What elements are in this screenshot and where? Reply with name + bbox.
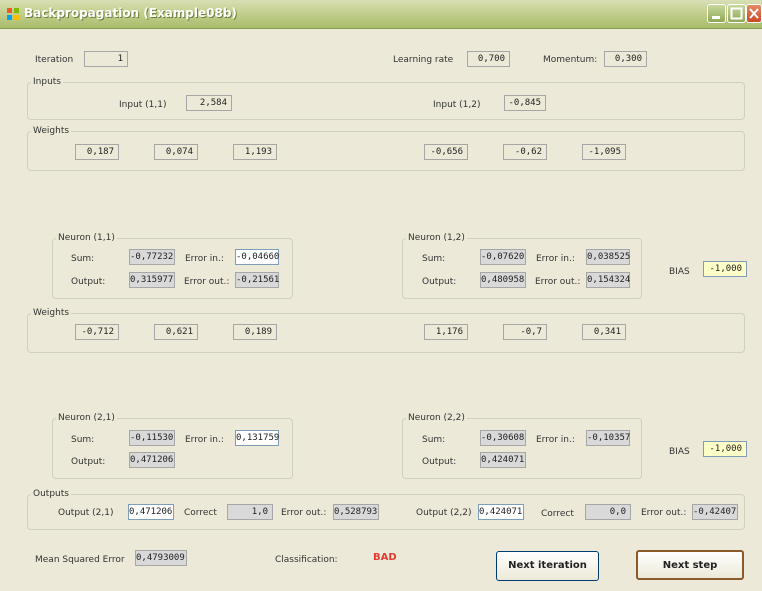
- classification-value: BAD: [373, 552, 397, 563]
- close-icon: [749, 8, 759, 19]
- weights-group-2-title: Weights: [31, 308, 72, 318]
- neuron-1-2-error-out-label: Error out.:: [535, 277, 581, 287]
- error-out-2-label: Error out.:: [641, 508, 687, 518]
- neuron-2-2-group: [402, 418, 642, 479]
- neuron-1-1-error-out-label: Error out.:: [184, 277, 230, 287]
- weight-1-2[interactable]: 0,074: [154, 144, 198, 160]
- next-step-button[interactable]: Next step: [636, 550, 744, 580]
- weight-2-3[interactable]: 0,189: [233, 324, 277, 340]
- output-2-2-label: Output (2,2): [416, 508, 472, 518]
- window-title: Backpropagation (Example08b): [24, 6, 237, 20]
- input-1-2-label: Input (1,2): [433, 100, 481, 110]
- output-2-1-label: Output (2,1): [58, 508, 114, 518]
- neuron-1-1-output-label: Output:: [71, 277, 106, 287]
- neuron-1-2-error-out[interactable]: 0,154324: [586, 272, 630, 288]
- momentum-field[interactable]: 0,300: [604, 51, 647, 67]
- weight-1-4[interactable]: -0,656: [424, 144, 468, 160]
- neuron-1-2-output[interactable]: 0,480958: [480, 272, 526, 288]
- maximize-button[interactable]: [727, 4, 746, 23]
- outputs-group-title: Outputs: [31, 489, 71, 499]
- neuron-1-2-sum-label: Sum:: [422, 254, 446, 264]
- classification-label: Classification:: [275, 555, 338, 565]
- neuron-1-1-title: Neuron (1,1): [56, 233, 117, 243]
- neuron-1-2-title: Neuron (1,2): [406, 233, 467, 243]
- neuron-2-1-output[interactable]: 0,471206: [129, 452, 175, 468]
- input-1-1-label: Input (1,1): [119, 100, 167, 110]
- inputs-group-title: Inputs: [31, 77, 63, 87]
- weight-2-5[interactable]: -0,7: [503, 324, 547, 340]
- close-button[interactable]: [746, 4, 762, 23]
- neuron-2-2-sum[interactable]: -0,30608: [480, 430, 526, 446]
- neuron-1-2-error-in[interactable]: 0,038525: [586, 249, 630, 265]
- neuron-2-2-output[interactable]: 0,424071: [480, 452, 526, 468]
- bias-2-field[interactable]: -1,000: [703, 441, 747, 457]
- error-out-1-label: Error out.:: [281, 508, 327, 518]
- neuron-2-1-sum-label: Sum:: [71, 435, 95, 445]
- weights-group-1-title: Weights: [31, 126, 72, 136]
- input-1-2-field[interactable]: -0,845: [504, 95, 546, 111]
- neuron-2-2-error-in[interactable]: -0,10357: [586, 430, 630, 446]
- neuron-1-1-error-in[interactable]: -0,04660: [235, 249, 279, 265]
- correct-2-field[interactable]: 0,0: [585, 504, 631, 520]
- error-out-2-field[interactable]: -0,42407: [692, 504, 738, 520]
- minimize-button[interactable]: [707, 4, 726, 23]
- bias-1-field[interactable]: -1,000: [703, 261, 747, 277]
- neuron-1-1-group: [52, 238, 293, 299]
- output-2-2-field[interactable]: 0,424071: [478, 504, 524, 520]
- neuron-2-1-error-in[interactable]: 0,131759: [235, 430, 279, 446]
- neuron-1-2-group: [402, 238, 642, 299]
- neuron-2-1-sum[interactable]: -0,11530: [129, 430, 175, 446]
- neuron-2-2-output-label: Output:: [422, 457, 457, 467]
- weights-group-2: [27, 313, 745, 353]
- neuron-2-1-title: Neuron (2,1): [56, 413, 117, 423]
- minimize-icon: [712, 16, 720, 19]
- learning-rate-label: Learning rate: [393, 55, 454, 65]
- neuron-1-1-error-in-label: Error in.:: [185, 254, 224, 264]
- weight-2-2[interactable]: 0,621: [154, 324, 198, 340]
- neuron-2-2-sum-label: Sum:: [422, 435, 446, 445]
- neuron-2-2-error-in-label: Error in.:: [536, 435, 575, 445]
- neuron-1-2-sum[interactable]: -0,07620: [480, 249, 526, 265]
- mse-label: Mean Squared Error: [35, 555, 125, 565]
- momentum-label: Momentum:: [543, 55, 598, 65]
- bias-2-label: BIAS: [669, 447, 690, 457]
- next-iteration-button[interactable]: Next iteration: [496, 551, 599, 581]
- neuron-1-2-output-label: Output:: [422, 277, 457, 287]
- neuron-1-1-output[interactable]: 0,315977: [129, 272, 175, 288]
- weight-2-6[interactable]: 0,341: [582, 324, 626, 340]
- weight-1-1[interactable]: 0,187: [75, 144, 119, 160]
- correct-1-label: Correct: [184, 508, 217, 518]
- correct-1-field[interactable]: 1,0: [227, 504, 273, 520]
- output-2-1-field[interactable]: 0,471206: [128, 504, 174, 520]
- neuron-2-2-title: Neuron (2,2): [406, 413, 467, 423]
- weight-2-4[interactable]: 1,176: [424, 324, 468, 340]
- neuron-1-1-error-out[interactable]: -0,21561: [235, 272, 279, 288]
- input-1-1-field[interactable]: 2,584: [186, 95, 232, 111]
- mse-field[interactable]: 0,4793009: [135, 550, 187, 566]
- weight-2-1[interactable]: -0,712: [75, 324, 119, 340]
- neuron-1-2-error-in-label: Error in.:: [536, 254, 575, 264]
- neuron-2-1-output-label: Output:: [71, 457, 106, 467]
- error-out-1-field[interactable]: 0,528793: [333, 504, 379, 520]
- learning-rate-field[interactable]: 0,700: [467, 51, 510, 67]
- weight-1-5[interactable]: -0,62: [503, 144, 547, 160]
- weights-group-1: [27, 131, 745, 171]
- iteration-field[interactable]: 1: [84, 51, 128, 67]
- bias-1-label: BIAS: [669, 267, 690, 277]
- neuron-1-1-sum[interactable]: -0,77232: [129, 249, 175, 265]
- weight-1-3[interactable]: 1,193: [233, 144, 277, 160]
- correct-2-label: Correct: [541, 509, 574, 519]
- weight-1-6[interactable]: -1,095: [582, 144, 626, 160]
- app-icon: [7, 8, 19, 20]
- neuron-2-1-group: [52, 418, 293, 479]
- maximize-icon: [730, 7, 743, 20]
- neuron-1-1-sum-label: Sum:: [71, 254, 95, 264]
- iteration-label: Iteration: [35, 55, 74, 65]
- neuron-2-1-error-in-label: Error in.:: [185, 435, 224, 445]
